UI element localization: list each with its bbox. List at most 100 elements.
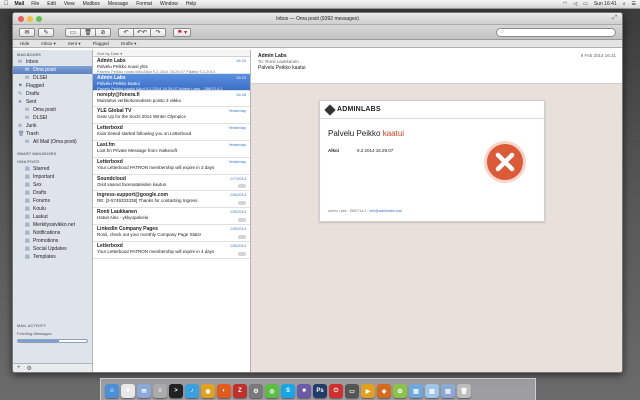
battery-icon[interactable]: ▭ (583, 1, 588, 7)
sidebar-item-10[interactable]: ✉ All Mail (Oma posti) (13, 138, 92, 146)
clock[interactable]: Sun 16:41 (594, 1, 617, 7)
message-row[interactable]: noreply@fonera.fi 15:48 Muistutus verkkotu… (93, 91, 250, 108)
display-icon[interactable]: ▭ (345, 384, 359, 398)
sidebar-item-5[interactable]: ➤ Sent (13, 98, 92, 106)
compose-button[interactable]: ✎ (38, 27, 54, 37)
power-icon[interactable]: ⏻ (329, 384, 343, 398)
get-mail-button[interactable]: ✉ (19, 27, 35, 37)
close-button[interactable] (18, 16, 24, 22)
menu-format[interactable]: Format (136, 1, 152, 7)
message-row[interactable]: YLE Global TV Yesterday Gear Up for the So… (93, 107, 250, 125)
folder-icon[interactable]: ▤ (409, 384, 423, 398)
reply-button[interactable]: ↶ (118, 27, 134, 37)
mail-icon[interactable]: ✉ (137, 384, 151, 398)
menu-app-name[interactable]: Mail (15, 1, 25, 7)
terminal-icon[interactable]: > (169, 384, 183, 398)
add-mailbox-icon[interactable]: + (17, 365, 21, 371)
footer-email-link[interactable]: info@adminlabs.com (369, 209, 402, 213)
sidebar-item-9[interactable]: 🗑 Trash (13, 130, 92, 138)
message-row[interactable]: ingress-support@google.com 2/6/2014 RE: [3… (93, 191, 250, 209)
folder2-icon[interactable]: ▤ (425, 384, 439, 398)
message-row[interactable]: Soundcloud 2/7/2014 Oisit saanut facenatat… (93, 175, 250, 192)
music-icon[interactable]: ♪ (185, 384, 199, 398)
favorite-sent[interactable]: Sent ▾ (65, 41, 84, 47)
archive-button[interactable]: ▭ (65, 27, 81, 37)
minimize-button[interactable] (27, 16, 33, 22)
zoom-button[interactable] (36, 16, 42, 22)
favorite-flagged[interactable]: Flagged (90, 41, 112, 46)
app2-icon[interactable]: ◆ (377, 384, 391, 398)
photoshop-icon[interactable]: Ps (313, 384, 327, 398)
folder-item[interactable]: ▤ Notifications (13, 229, 92, 237)
folder-item[interactable]: ▤ Koulu (13, 205, 92, 213)
app-icon[interactable]: ■ (297, 384, 311, 398)
wifi-icon[interactable]: ◠ (563, 1, 567, 7)
junk-button[interactable]: ⊘ (95, 27, 111, 37)
fullscreen-icon[interactable]: ⤢ (612, 15, 617, 22)
favorite-drafts[interactable]: Drafts ▾ (118, 41, 140, 47)
folder-item[interactable]: ▤ Sex (13, 181, 92, 189)
message-row[interactable]: LinkedIn Company Pages 2/5/2014 Ronii, che… (93, 225, 250, 242)
filezilla-icon[interactable]: Z (233, 384, 247, 398)
message-row[interactable]: Letterboxd Yesterday Your Letterboxd PATRO… (93, 158, 250, 175)
menu-edit[interactable]: Edit (47, 1, 56, 7)
menu-view[interactable]: View (64, 1, 75, 7)
flag-button[interactable]: ⚑ ▾ (173, 27, 192, 37)
chrome-icon[interactable]: ◉ (201, 384, 215, 398)
folder-item[interactable]: ▤ Laskut (13, 213, 92, 221)
hide-mailboxes-button[interactable]: Hide (17, 41, 32, 46)
delete-button[interactable]: 🗑 (80, 27, 96, 37)
message-date: Yesterday (228, 125, 246, 131)
menu-help[interactable]: Help (186, 1, 196, 7)
folder-item[interactable]: ▤ Starred (13, 165, 92, 173)
firefox-icon[interactable]: ◐ (217, 384, 231, 398)
message-row[interactable]: Admin Labs 16:33 Palvelu Peikko nousi ylös… (93, 57, 250, 74)
folder-item[interactable]: ▤ Promotions (13, 237, 92, 245)
message-row[interactable]: Ronii Laukkanen 2/5/2014 Hatuit Alex - ykk… (93, 208, 250, 225)
folder-item[interactable]: ▤ Social Updates (13, 245, 92, 253)
sidebar-item-8[interactable]: ⊘ Junk (13, 122, 92, 130)
search-field[interactable]: ⌕ (496, 27, 616, 37)
trash-icon[interactable]: 🗑 (457, 384, 471, 398)
folder3-icon[interactable]: ▤ (441, 384, 455, 398)
forward-button[interactable]: ↷ (150, 27, 167, 37)
sidebar-item-6[interactable]: ✉ Oma posti (13, 106, 92, 114)
folder-item[interactable]: ▤ Merkityssivikko.net (13, 221, 92, 229)
skype-icon[interactable]: S (281, 384, 295, 398)
search-icon[interactable]: ⌕ (623, 1, 626, 7)
menu-file[interactable]: File (31, 1, 39, 7)
favorite-inbox[interactable]: Inbox ▾ (38, 41, 59, 47)
menu-mailbox[interactable]: Mailbox (83, 1, 100, 7)
gear-icon[interactable]: ⚙ (249, 384, 263, 398)
message-row[interactable]: Admin Labs 16:24 Palvelu Peikko kaatui Palv… (93, 73, 250, 91)
message-row[interactable]: Last.fm Yesterday Lost.fm Private Message … (93, 141, 250, 158)
message-subject: Your Letterboxd PATRON membership will e… (97, 248, 215, 254)
calendar-icon[interactable]: 9 (121, 384, 135, 398)
sidebar-item-3[interactable]: ⚑ Flagged (13, 82, 92, 90)
menu-window[interactable]: Window (160, 1, 178, 7)
sidebar-item-2[interactable]: ✉ DLSEI (13, 74, 92, 82)
mailbox-icon: ✉ (25, 67, 30, 73)
apple-icon[interactable]:  (4, 1, 9, 7)
folder-item[interactable]: ▤ Important (13, 173, 92, 181)
list-icon[interactable]: ☰ (632, 1, 636, 7)
folder-item[interactable]: ▤ Forums (13, 197, 92, 205)
notes-icon[interactable]: ≡ (153, 384, 167, 398)
sidebar-item-1[interactable]: ✉ Oma posti (13, 66, 92, 74)
folder-item[interactable]: ▤ Drafts (13, 189, 92, 197)
gear-icon[interactable]: ⚙ (27, 365, 32, 372)
sidebar-item-7[interactable]: ✉ DLSEI (13, 114, 92, 122)
message-row[interactable]: Letterboxd 2/5/2014 Your Letterboxd PATRON… (93, 242, 250, 259)
menu-message[interactable]: Message (108, 1, 128, 7)
sort-bar[interactable]: Sort by Date ▾ (93, 50, 250, 57)
sidebar-item-4[interactable]: ✎ Drafts (13, 90, 92, 98)
volume-icon[interactable]: ◁ (573, 1, 577, 7)
finder-icon[interactable]: ☺ (105, 384, 119, 398)
sidebar-item-0[interactable]: ✉ Inbox (13, 58, 92, 66)
spotify-icon[interactable]: ◎ (265, 384, 279, 398)
play-icon[interactable]: ▶ (361, 384, 375, 398)
app3-icon[interactable]: ✿ (393, 384, 407, 398)
folder-item[interactable]: ▤ Templates (13, 253, 92, 261)
reply-all-button[interactable]: ↶↶ (133, 27, 152, 37)
message-row[interactable]: Letterboxd Yesterday Kula Seeed started fo… (93, 124, 250, 141)
